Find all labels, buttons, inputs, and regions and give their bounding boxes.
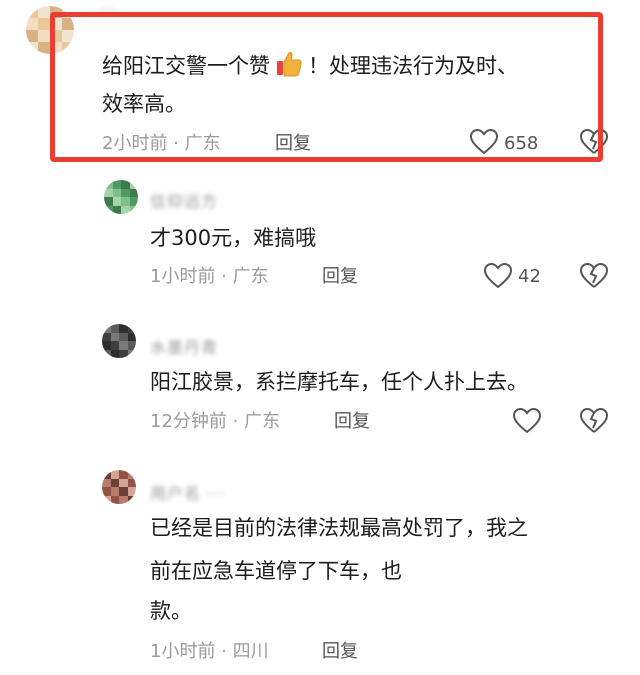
- avatar-mosaic-cell: [121, 188, 130, 197]
- avatar-mosaic-cell: [121, 180, 130, 189]
- avatar-mosaic-cell: [38, 6, 50, 18]
- avatar-mosaic-cell: [127, 324, 136, 333]
- avatar-mosaic-cell: [38, 30, 50, 42]
- dislike-broken-heart-icon[interactable]: [580, 263, 608, 289]
- avatar-mosaic-cell: [26, 18, 38, 30]
- dislike-broken-heart-icon[interactable]: [580, 408, 608, 434]
- avatar-mosaic-cell: [110, 487, 119, 496]
- avatar-mosaic-cell: [102, 349, 111, 358]
- comment-text-line: 已经是目前的法律法规最高处罚了，我之: [150, 516, 528, 540]
- avatar-mosaic-cell: [112, 197, 121, 206]
- avatar-mosaic-cell: [110, 341, 119, 350]
- avatar-mosaic-cell: [127, 332, 136, 341]
- avatar-mosaic-cell: [26, 42, 38, 54]
- avatar-mosaic-cell: [38, 18, 50, 30]
- reply-button[interactable]: 回复: [322, 642, 358, 662]
- avatar-mosaic-cell: [112, 180, 121, 189]
- avatar-mosaic-cell: [129, 205, 138, 214]
- like-count: 42: [518, 266, 541, 287]
- avatar-mosaic-cell: [127, 478, 136, 487]
- comment-text-line: 前在应急车道停了下车，也: [150, 559, 402, 583]
- avatar-mosaic-cell: [110, 478, 119, 487]
- comment-text: 才300元，难搞哦: [150, 226, 317, 250]
- commenter-name[interactable]: 信仰远方: [150, 188, 218, 212]
- avatar-mosaic-cell: [104, 197, 113, 206]
- avatar-mosaic-cell: [121, 197, 130, 206]
- like-heart-icon[interactable]: [484, 263, 512, 289]
- avatar-mosaic-cell: [102, 332, 111, 341]
- avatar-mosaic-cell: [127, 349, 136, 358]
- avatar-mosaic-cell: [129, 197, 138, 206]
- avatar-mosaic-cell: [119, 332, 128, 341]
- like-heart-icon[interactable]: [513, 408, 541, 434]
- commenter-name[interactable]: 水墨丹青: [150, 334, 218, 358]
- avatar-mosaic-cell: [119, 324, 128, 333]
- avatar-mosaic-cell: [104, 205, 113, 214]
- avatar-mosaic-cell: [26, 30, 38, 42]
- comment-text: 阳江胶景，系拦摩托车，任个人扑上去。: [150, 370, 528, 394]
- avatar-mosaic-cell: [119, 487, 128, 496]
- avatar-mosaic-cell: [102, 470, 111, 479]
- avatar[interactable]: [102, 470, 136, 504]
- avatar-mosaic-cell: [102, 478, 111, 487]
- avatar-mosaic-cell: [26, 6, 38, 18]
- avatar-mosaic-cell: [127, 495, 136, 504]
- avatar-mosaic-cell: [112, 205, 121, 214]
- avatar-mosaic-cell: [119, 478, 128, 487]
- comment-time-location: 12分钟前 · 广东: [150, 411, 281, 432]
- avatar-mosaic-cell: [102, 324, 111, 333]
- avatar-mosaic-cell: [102, 341, 111, 350]
- avatar-mosaic-cell: [110, 349, 119, 358]
- avatar-mosaic-cell: [119, 349, 128, 358]
- avatar-mosaic-cell: [110, 470, 119, 479]
- avatar-mosaic-cell: [121, 205, 130, 214]
- avatar-mosaic-cell: [110, 324, 119, 333]
- reply-button[interactable]: 回复: [334, 412, 370, 432]
- comment-time-location: 1小时前 · 广东: [150, 266, 269, 287]
- avatar-mosaic-cell: [104, 180, 113, 189]
- avatar-mosaic-cell: [119, 470, 128, 479]
- avatar-mosaic-cell: [129, 188, 138, 197]
- highlight-box: [50, 12, 603, 162]
- avatar-mosaic-cell: [119, 495, 128, 504]
- avatar-mosaic-cell: [102, 487, 111, 496]
- avatar-mosaic-cell: [127, 470, 136, 479]
- avatar-mosaic-cell: [127, 341, 136, 350]
- reply-button[interactable]: 回复: [322, 267, 358, 287]
- avatar[interactable]: [104, 180, 138, 214]
- avatar-mosaic-cell: [119, 341, 128, 350]
- avatar-mosaic-cell: [38, 42, 50, 54]
- avatar-mosaic-cell: [104, 188, 113, 197]
- comment-time-location: 1小时前 · 四川: [150, 641, 269, 662]
- avatar-mosaic-cell: [102, 495, 111, 504]
- avatar-mosaic-cell: [110, 495, 119, 504]
- comment-text-line: 款。: [150, 599, 192, 623]
- avatar-mosaic-cell: [127, 487, 136, 496]
- commenter-name[interactable]: 用户名 ···: [150, 480, 225, 504]
- avatar[interactable]: [102, 324, 136, 358]
- avatar-mosaic-cell: [112, 188, 121, 197]
- avatar-mosaic-cell: [110, 332, 119, 341]
- avatar-mosaic-cell: [129, 180, 138, 189]
